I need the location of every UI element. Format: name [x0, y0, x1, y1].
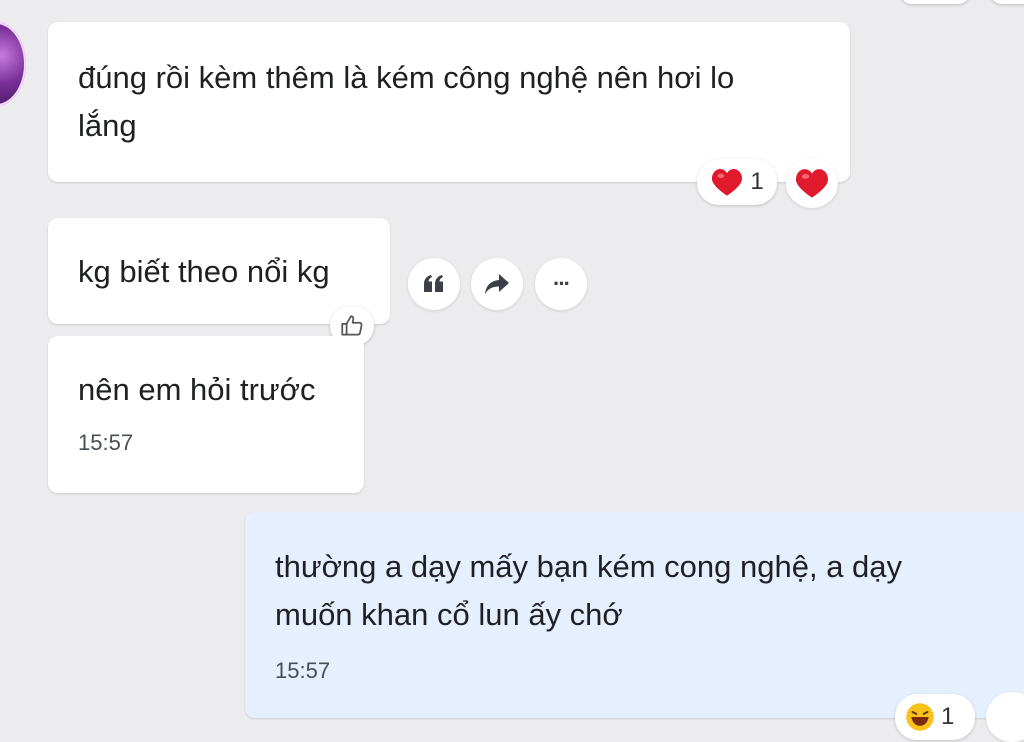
reaction-count: 1 — [750, 168, 764, 195]
message-bubble-incoming[interactable]: nên em hỏi trước 15:57 — [48, 336, 364, 493]
message-bubble-outgoing[interactable]: thường a dạy mấy bạn kém cong nghệ, a dạ… — [245, 512, 1024, 718]
laughing-emoji-icon — [905, 702, 935, 732]
quick-react-heart-button[interactable] — [786, 158, 838, 208]
message-text: đúng rồi kèm thêm là kém công nghệ nên h… — [78, 60, 735, 143]
quick-react-button[interactable] — [986, 692, 1024, 742]
heart-icon — [710, 167, 744, 197]
heart-icon — [794, 167, 830, 199]
quote-icon — [422, 274, 446, 294]
more-icon: ··· — [553, 271, 571, 296]
message-text: nên em hỏi trước — [78, 372, 316, 407]
more-options-button[interactable]: ··· — [535, 258, 587, 310]
reaction-count: 1 — [941, 703, 955, 730]
reaction-count-chip[interactable]: 1 — [895, 694, 975, 740]
avatar[interactable] — [0, 22, 26, 106]
message-bubble-incoming[interactable]: đúng rồi kèm thêm là kém công nghệ nên h… — [48, 22, 850, 182]
reaction-chip-partial[interactable] — [990, 0, 1024, 4]
message-text: kg biết theo nổi kg — [78, 254, 330, 289]
reaction-count-chip[interactable]: 1 — [697, 159, 777, 205]
message-timestamp: 15:57 — [78, 430, 134, 455]
share-button[interactable] — [471, 258, 523, 310]
quote-button[interactable] — [408, 258, 460, 310]
message-text: thường a dạy mấy bạn kém cong nghệ, a dạ… — [275, 549, 903, 632]
message-timestamp: 15:57 — [275, 658, 331, 683]
share-icon — [484, 273, 510, 295]
reaction-chip-partial[interactable] — [900, 0, 970, 4]
